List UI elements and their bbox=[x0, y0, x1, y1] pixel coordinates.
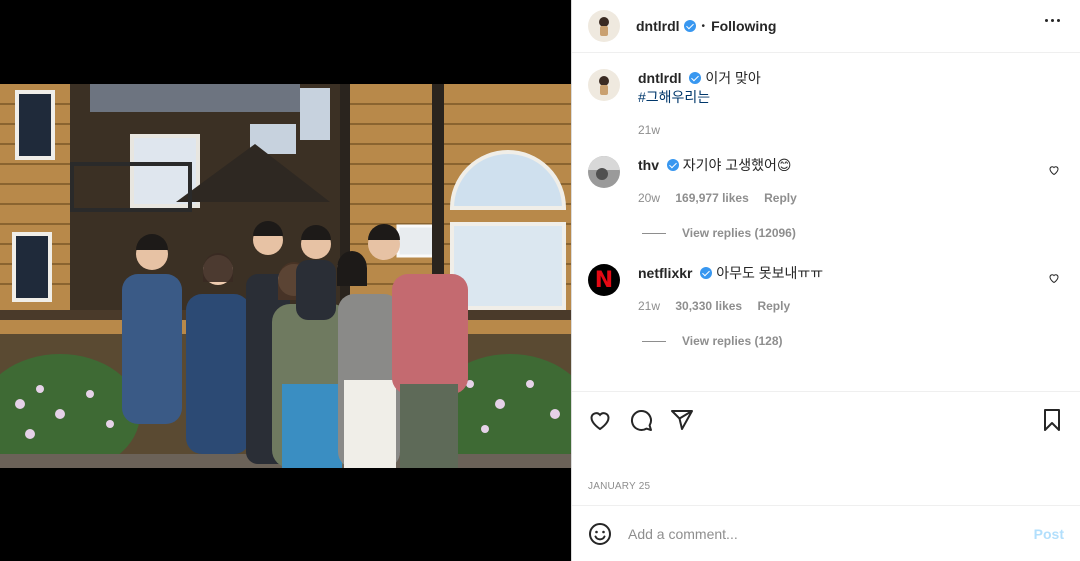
instagram-post-view: dntlrdl • Following dntlrdl 이거 맞아 #그해우리는… bbox=[0, 0, 1080, 561]
post-date: JANUARY 25 bbox=[588, 481, 651, 492]
view-replies-label: View replies (128) bbox=[682, 334, 783, 348]
media-pane bbox=[0, 0, 571, 561]
caption: dntlrdl 이거 맞아 #그해우리는 21w bbox=[588, 69, 1064, 140]
view-replies-button[interactable]: View replies (12096) bbox=[642, 226, 1064, 240]
comment-likes[interactable]: 30,330 likes bbox=[675, 299, 742, 313]
post-details-panel: dntlrdl • Following dntlrdl 이거 맞아 #그해우리는… bbox=[571, 0, 1080, 561]
view-replies-label: View replies (12096) bbox=[682, 226, 796, 240]
caption-avatar[interactable] bbox=[588, 69, 620, 101]
comment-icon[interactable] bbox=[629, 408, 653, 432]
post-button[interactable]: Post bbox=[1034, 526, 1064, 542]
action-bar bbox=[572, 391, 1080, 447]
add-comment-bar: Post bbox=[572, 505, 1080, 561]
heart-icon[interactable] bbox=[588, 408, 612, 432]
comment-item: thv 자기야 고생했어😊 20w 169,977 likes Reply bbox=[588, 156, 1064, 208]
caption-text: 이거 맞아 bbox=[705, 70, 761, 86]
view-replies-button[interactable]: View replies (128) bbox=[642, 334, 1064, 348]
verified-badge-icon bbox=[666, 159, 679, 171]
emoji-icon[interactable] bbox=[588, 522, 612, 546]
post-photo[interactable] bbox=[0, 84, 571, 468]
reply-button[interactable]: Reply bbox=[764, 191, 797, 205]
caption-username[interactable]: dntlrdl bbox=[638, 70, 682, 86]
separator-dot: • bbox=[701, 20, 706, 32]
caption-avatar-image bbox=[588, 69, 620, 101]
reply-button[interactable]: Reply bbox=[757, 299, 790, 313]
comment-likes[interactable]: 169,977 likes bbox=[675, 191, 748, 205]
netflix-logo-icon: N bbox=[594, 267, 614, 293]
group-photo-illustration bbox=[0, 84, 571, 468]
post-header: dntlrdl • Following bbox=[572, 0, 1080, 53]
comment-item: N netflixkr 아무도 못보내ㅠㅠ 21w 30,330 likes R… bbox=[588, 264, 1064, 316]
verified-badge-icon bbox=[700, 267, 713, 279]
comment-input[interactable] bbox=[628, 525, 1034, 542]
comment-time[interactable]: 21w bbox=[638, 299, 660, 313]
comment-username[interactable]: thv bbox=[638, 157, 659, 173]
verified-badge-icon bbox=[683, 20, 696, 32]
commenter-avatar-image bbox=[588, 156, 620, 188]
comment-username[interactable]: netflixkr bbox=[638, 265, 692, 281]
author-avatar[interactable] bbox=[588, 10, 620, 42]
send-icon[interactable] bbox=[670, 408, 694, 432]
heart-icon[interactable] bbox=[1048, 272, 1060, 284]
bookmark-icon[interactable] bbox=[1040, 408, 1064, 432]
comment-time[interactable]: 20w bbox=[638, 191, 660, 205]
author-avatar-image bbox=[588, 10, 620, 42]
replies-divider bbox=[642, 232, 666, 234]
verified-badge-icon bbox=[689, 72, 702, 84]
caption-time[interactable]: 21w bbox=[638, 123, 660, 137]
heart-icon[interactable] bbox=[1048, 164, 1060, 176]
caption-hashtag-link[interactable]: #그해우리는 bbox=[638, 89, 710, 105]
comment-text: 자기야 고생했어😊 bbox=[682, 157, 792, 173]
author-username[interactable]: dntlrdl bbox=[636, 18, 680, 34]
comment-text: 아무도 못보내ㅠㅠ bbox=[716, 265, 824, 281]
netflix-avatar[interactable]: N bbox=[588, 264, 620, 296]
replies-divider bbox=[642, 340, 666, 342]
comments-list[interactable]: dntlrdl 이거 맞아 #그해우리는 21w thv 자기야 고생했어😊 2… bbox=[572, 53, 1080, 391]
more-horizontal-icon[interactable] bbox=[1045, 19, 1060, 22]
commenter-avatar[interactable] bbox=[588, 156, 620, 188]
following-button[interactable]: Following bbox=[711, 18, 776, 34]
